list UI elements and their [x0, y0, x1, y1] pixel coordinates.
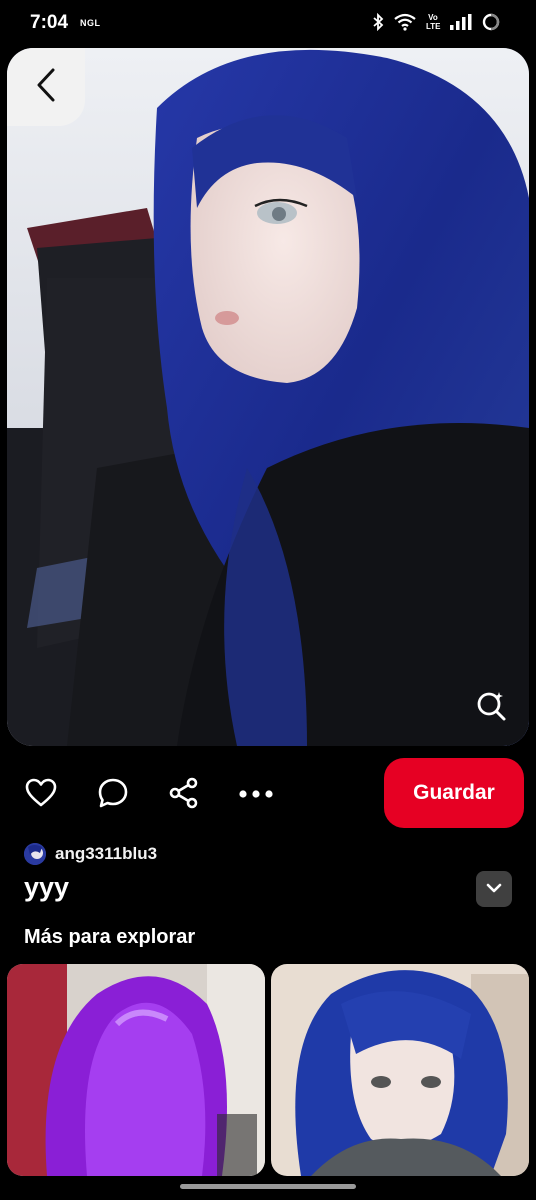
carrier-badge: NGL: [80, 18, 101, 28]
explore-pin-2[interactable]: [271, 964, 529, 1176]
battery-icon: [482, 13, 500, 31]
more-icon: [238, 786, 274, 804]
pin-image[interactable]: [7, 48, 529, 746]
signal-icon: [450, 14, 472, 30]
comment-icon: [97, 777, 129, 814]
pin-photo: [7, 48, 529, 746]
bluetooth-icon: [372, 13, 384, 31]
more-options-button[interactable]: [238, 777, 274, 813]
volte-icon: Vo LTE: [426, 13, 441, 31]
wifi-icon: [394, 13, 416, 31]
share-button[interactable]: [166, 777, 202, 813]
action-bar: Guardar: [0, 755, 536, 831]
explore-pin-1[interactable]: [7, 964, 265, 1176]
status-time: 7:04: [30, 12, 69, 33]
pin-title: yyy: [24, 872, 70, 902]
chevron-left-icon: [35, 67, 57, 108]
status-bar: 7:04 NGL Vo LTE: [0, 0, 536, 46]
explore-heading: Más para explorar: [24, 926, 196, 948]
visual-search-button[interactable]: [469, 686, 513, 730]
avatar[interactable]: [24, 843, 46, 865]
explore-pin-image: [7, 964, 265, 1176]
chevron-down-icon: [486, 880, 502, 898]
share-icon: [168, 777, 200, 814]
expand-details-button[interactable]: [476, 871, 512, 907]
save-button[interactable]: Guardar: [384, 758, 524, 828]
home-indicator[interactable]: [180, 1184, 356, 1189]
creator-name[interactable]: ang3311blu3: [55, 844, 157, 864]
visual-search-icon: [475, 690, 507, 727]
comment-button[interactable]: [95, 777, 131, 813]
status-icons: Vo LTE: [372, 13, 500, 31]
explore-pin-image: [271, 964, 529, 1176]
back-button[interactable]: [7, 48, 85, 126]
like-button[interactable]: [23, 777, 59, 813]
heart-icon: [25, 778, 57, 813]
creator-row[interactable]: ang3311blu3: [24, 842, 157, 866]
